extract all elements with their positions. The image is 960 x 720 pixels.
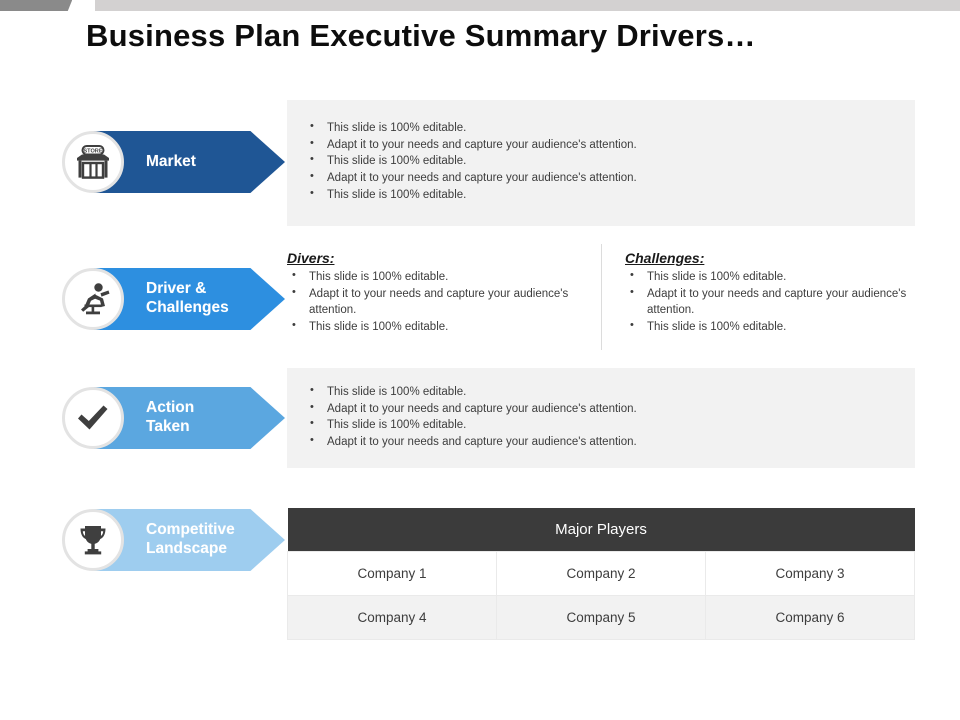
divers-column: Divers: This slide is 100% editable. Ada…	[287, 238, 601, 360]
list-item: Adapt it to your needs and capture your …	[305, 433, 899, 451]
challenges-column: Challenges: This slide is 100% editable.…	[601, 238, 915, 360]
action-taken-label-group[interactable]: Action Taken	[62, 368, 287, 468]
store-icon: STORE	[62, 131, 124, 193]
list-item: Adapt it to your needs and capture your …	[305, 169, 899, 187]
column-divider	[601, 244, 602, 350]
svg-text:STORE: STORE	[83, 149, 102, 155]
divers-heading: Divers:	[287, 250, 335, 266]
list-item: This slide is 100% editable.	[625, 318, 915, 336]
section-action-taken: This slide is 100% editable. Adapt it to…	[0, 368, 960, 468]
market-content-panel: This slide is 100% editable. Adapt it to…	[287, 100, 915, 226]
action-taken-content-panel: This slide is 100% editable. Adapt it to…	[287, 368, 915, 468]
table-row: Company 1 Company 2 Company 3	[287, 551, 915, 596]
competitive-landscape-label: Competitive Landscape	[146, 521, 235, 557]
list-item: Adapt it to your needs and capture your …	[287, 285, 583, 319]
list-item: This slide is 100% editable.	[305, 186, 899, 204]
topbar-light-segment	[95, 0, 960, 11]
driver-challenges-label: Driver & Challenges	[146, 280, 229, 316]
list-item: This slide is 100% editable.	[305, 416, 899, 434]
table-cell: Company 2	[496, 551, 706, 596]
divers-bullet-list: This slide is 100% editable. Adapt it to…	[287, 268, 583, 336]
table-cell: Company 3	[705, 551, 915, 596]
list-item: This slide is 100% editable.	[287, 268, 583, 286]
trophy-icon	[62, 509, 124, 571]
table-cell: Company 5	[496, 595, 706, 640]
list-item: Adapt it to your needs and capture your …	[305, 400, 899, 418]
driver-challenges-label-group[interactable]: Driver & Challenges	[62, 238, 287, 360]
list-item: Adapt it to your needs and capture your …	[305, 136, 899, 154]
challenges-heading: Challenges:	[625, 250, 705, 266]
list-item: This slide is 100% editable.	[305, 119, 899, 137]
major-players-table: Major Players Company 1 Company 2 Compan…	[287, 508, 915, 640]
runner-hurdle-icon	[62, 268, 124, 330]
market-bullet-list: This slide is 100% editable. Adapt it to…	[305, 119, 899, 204]
list-item: This slide is 100% editable.	[625, 268, 915, 286]
table-cell: Company 6	[705, 595, 915, 640]
checkmark-icon	[62, 387, 124, 449]
action-taken-bullet-list: This slide is 100% editable. Adapt it to…	[305, 383, 899, 451]
list-item: This slide is 100% editable.	[305, 152, 899, 170]
table-header-row: Major Players	[287, 508, 915, 552]
section-market: This slide is 100% editable. Adapt it to…	[0, 98, 960, 226]
action-taken-label: Action Taken	[146, 399, 195, 435]
table-row: Company 4 Company 5 Company 6	[287, 595, 915, 640]
table-cell: Company 4	[287, 595, 497, 640]
market-label-group[interactable]: Market STORE	[62, 98, 287, 226]
list-item: This slide is 100% editable.	[305, 383, 899, 401]
competitive-landscape-label-group[interactable]: Competitive Landscape	[62, 498, 287, 582]
major-players-header: Major Players	[287, 508, 915, 552]
topbar-dark-segment	[0, 0, 72, 11]
challenges-bullet-list: This slide is 100% editable. Adapt it to…	[625, 268, 915, 336]
list-item: This slide is 100% editable.	[287, 318, 583, 336]
page-title: Business Plan Executive Summary Drivers…	[86, 18, 756, 53]
market-label: Market	[146, 152, 196, 170]
top-decorative-bar	[0, 0, 960, 11]
list-item: Adapt it to your needs and capture your …	[625, 285, 915, 319]
section-driver-challenges: Divers: This slide is 100% editable. Ada…	[0, 238, 960, 360]
table-cell: Company 1	[287, 551, 497, 596]
topbar-slash-2	[81, 0, 96, 11]
